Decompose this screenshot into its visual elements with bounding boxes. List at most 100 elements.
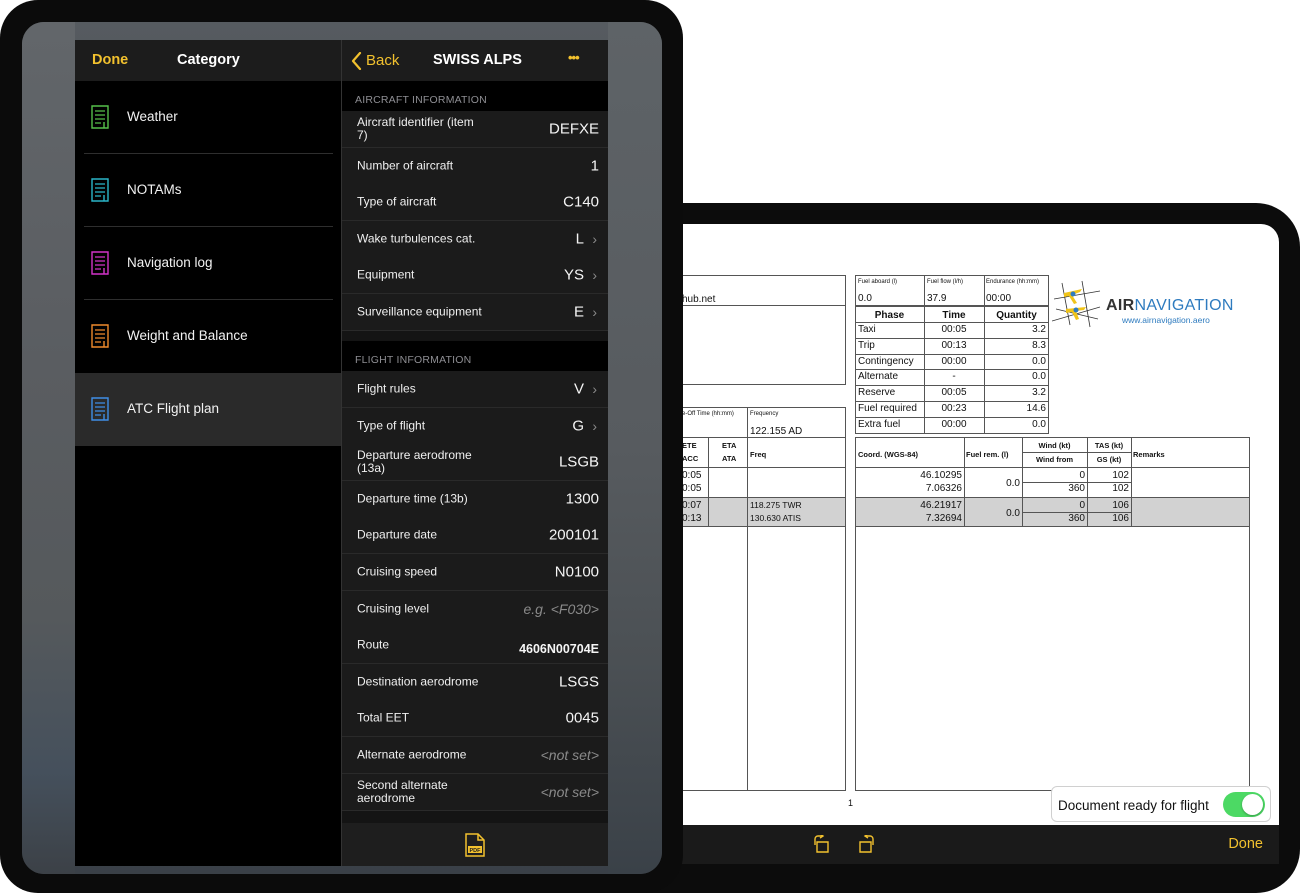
document-ready-toggle[interactable] xyxy=(1223,792,1265,817)
form-row-aircraft-identifier-item-7[interactable]: Aircraft identifier (item 7) DEFXE xyxy=(342,111,608,148)
field-value: 200101 xyxy=(548,526,599,544)
field-label: Departure time (13b) xyxy=(357,491,468,506)
form-row-departure-date[interactable]: Departure date 200101 xyxy=(342,517,608,555)
form-row-destination-aerodrome[interactable]: Destination aerodrome LSGS xyxy=(342,663,608,701)
category-item-navigation-log[interactable]: Navigation log xyxy=(75,227,341,300)
pdf-export-icon[interactable]: PDF xyxy=(464,833,486,857)
field-placeholder: e.g. <F030> xyxy=(523,600,599,617)
field-label: Flight rules xyxy=(357,381,416,396)
nav-row-1-ete: 0:05 xyxy=(682,470,702,481)
document-toolbar: Done xyxy=(682,825,1279,864)
frequency-value: 122.155 AD xyxy=(750,426,803,437)
rotate-right-icon[interactable] xyxy=(855,835,877,855)
ete-header: ETE xyxy=(682,441,697,450)
category-item-atc-flight-plan[interactable]: ATC Flight plan xyxy=(75,373,341,446)
form-row-number-of-aircraft[interactable]: Number of aircraft 1 xyxy=(342,147,608,185)
field-label: Alternate aerodrome xyxy=(357,747,467,762)
form-row-type-of-flight[interactable]: Type of flight G › xyxy=(342,407,608,445)
fuel-cell: Contingency xyxy=(858,355,914,367)
page-number: 1 xyxy=(848,798,854,808)
field-value: DEFXE xyxy=(548,120,599,138)
field-label: Departure date xyxy=(357,527,438,542)
chevron-right-icon: › xyxy=(592,230,597,247)
fuel-time-header: Time xyxy=(942,310,966,321)
form-row-route[interactable]: Route 4606N00704E xyxy=(342,627,608,665)
field-label: Equipment xyxy=(357,267,415,282)
fuel-cell: 14.6 xyxy=(1026,403,1046,414)
form-row-type-of-aircraft[interactable]: Type of aircraft C140 xyxy=(342,184,608,222)
section-header-label: FLIGHT INFORMATION xyxy=(355,354,472,366)
endurance-label: Endurance (hh:mm) xyxy=(986,279,1040,285)
remarks-header: Remarks xyxy=(1133,450,1165,459)
chevron-right-icon: › xyxy=(592,267,597,284)
logo-url: www.airnavigation.aero xyxy=(1122,315,1210,325)
coord-row-2-gs: 106 xyxy=(1112,513,1129,524)
fuel-cell: 0.0 xyxy=(1032,371,1046,383)
category-label: Weather xyxy=(127,109,178,124)
document-icon xyxy=(91,178,109,202)
category-item-notams[interactable]: NOTAMs xyxy=(75,154,341,227)
category-title: Category xyxy=(177,52,240,68)
gs-header: GS (kt) xyxy=(1096,455,1122,464)
fuel-cell: Taxi xyxy=(858,324,876,335)
category-label: Weight and Balance xyxy=(127,328,248,343)
coord-row-2-lon: 7.32694 xyxy=(925,513,962,524)
form-row-departure-aerodrome-13a[interactable]: Departure aerodrome (13a) LSGB xyxy=(342,444,608,482)
form-row-second-alternate-aerodrome[interactable]: Second alternate aerodrome <not set> xyxy=(342,773,608,811)
rotate-left-icon[interactable] xyxy=(811,835,833,855)
form-row-wake-turbulences-cat[interactable]: Wake turbulences cat. L › xyxy=(342,220,608,258)
field-label: Surveillance equipment xyxy=(357,304,482,319)
fuel-row-divider xyxy=(855,322,1049,323)
done-button[interactable]: Done xyxy=(92,52,128,68)
field-placeholder: <not set> xyxy=(540,783,599,800)
document-icon xyxy=(91,105,109,129)
fuel-cell: 00:05 xyxy=(941,324,967,335)
document-ready-control: Document ready for flight xyxy=(1051,786,1271,822)
fuel-cell: 0.0 xyxy=(1032,355,1046,367)
fuel-cell: 0.0 xyxy=(1032,418,1046,430)
form-row-surveillance-equipment[interactable]: Surveillance equipment E › xyxy=(342,294,608,331)
flight-plan-title: SWISS ALPS xyxy=(433,52,522,68)
form-row-flight-rules[interactable]: Flight rules V › xyxy=(342,371,608,408)
fuel-cell: Fuel required xyxy=(858,403,917,414)
chevron-left-icon xyxy=(351,52,362,70)
document-viewer[interactable]: hub.net e-Off Time (hh:mm) Frequency 122… xyxy=(682,224,1279,864)
category-item-weather[interactable]: Weather xyxy=(75,81,341,154)
form-row-equipment[interactable]: Equipment YS › xyxy=(342,257,608,295)
field-label: Number of aircraft xyxy=(357,158,454,173)
acc-header: ACC xyxy=(682,454,699,463)
airnavigation-logo-icon xyxy=(1052,280,1101,328)
field-value: L xyxy=(575,230,584,248)
field-value: 1 xyxy=(590,157,599,175)
ata-header: ATA xyxy=(722,454,737,463)
fuel-cell: 3.2 xyxy=(1032,387,1046,399)
field-label: Departure aerodrome (13a) xyxy=(357,448,472,476)
form-row-cruising-level[interactable]: Cruising level e.g. <F030> xyxy=(342,590,608,628)
fuel-cell: - xyxy=(952,371,956,383)
fuel-row-divider xyxy=(855,337,1049,339)
fuel-cell: Reserve xyxy=(858,387,896,399)
fuel-phase-header: Phase xyxy=(874,310,905,321)
form-row-alternate-aerodrome[interactable]: Alternate aerodrome <not set> xyxy=(342,737,608,774)
nav-row-2-freq1: 118.275 TWR xyxy=(750,500,802,510)
doc-done-button[interactable]: Done xyxy=(1228,836,1263,852)
back-label: Back xyxy=(366,52,400,69)
field-value: 1300 xyxy=(565,490,599,508)
frequency-label: Frequency xyxy=(750,411,779,417)
category-item-weight-and-balance[interactable]: Weight and Balance xyxy=(75,300,341,373)
form-row-departure-time-13b[interactable]: Departure time (13b) 1300 xyxy=(342,480,608,518)
coord-row-1-wind: 0 xyxy=(1079,470,1085,481)
blurred-background-right xyxy=(608,22,662,874)
nav-row-1-acc: 0:05 xyxy=(682,483,702,494)
form-row-total-eet[interactable]: Total EET 0045 xyxy=(342,700,608,738)
nav-row-2-freq2: 130.630 ATIS xyxy=(750,513,801,523)
field-value: 4606N00704E xyxy=(519,642,599,657)
fuel-flow-value: 37.9 xyxy=(927,293,947,304)
endurance-value: 00:00 xyxy=(986,293,1012,304)
chevron-right-icon: › xyxy=(592,304,597,320)
takeoff-label: e-Off Time (hh:mm) xyxy=(682,411,734,417)
field-label: Total EET xyxy=(357,710,410,725)
more-options-button[interactable]: ••• xyxy=(568,50,580,65)
document-icon xyxy=(91,324,109,348)
form-row-cruising-speed[interactable]: Cruising speed N0100 xyxy=(342,554,608,591)
